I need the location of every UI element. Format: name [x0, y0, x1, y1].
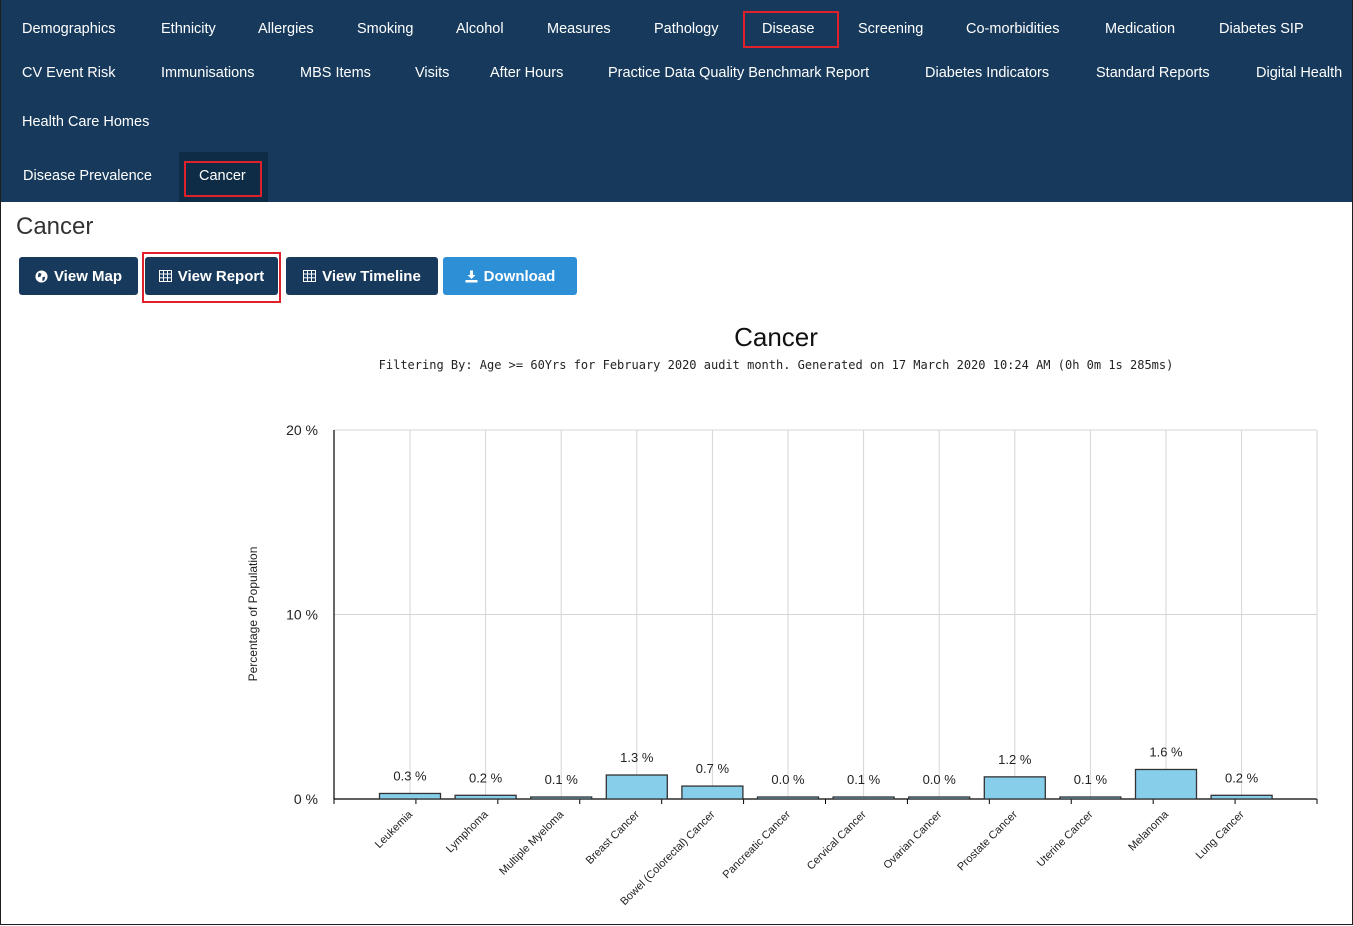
- window-frame: [0, 0, 1353, 925]
